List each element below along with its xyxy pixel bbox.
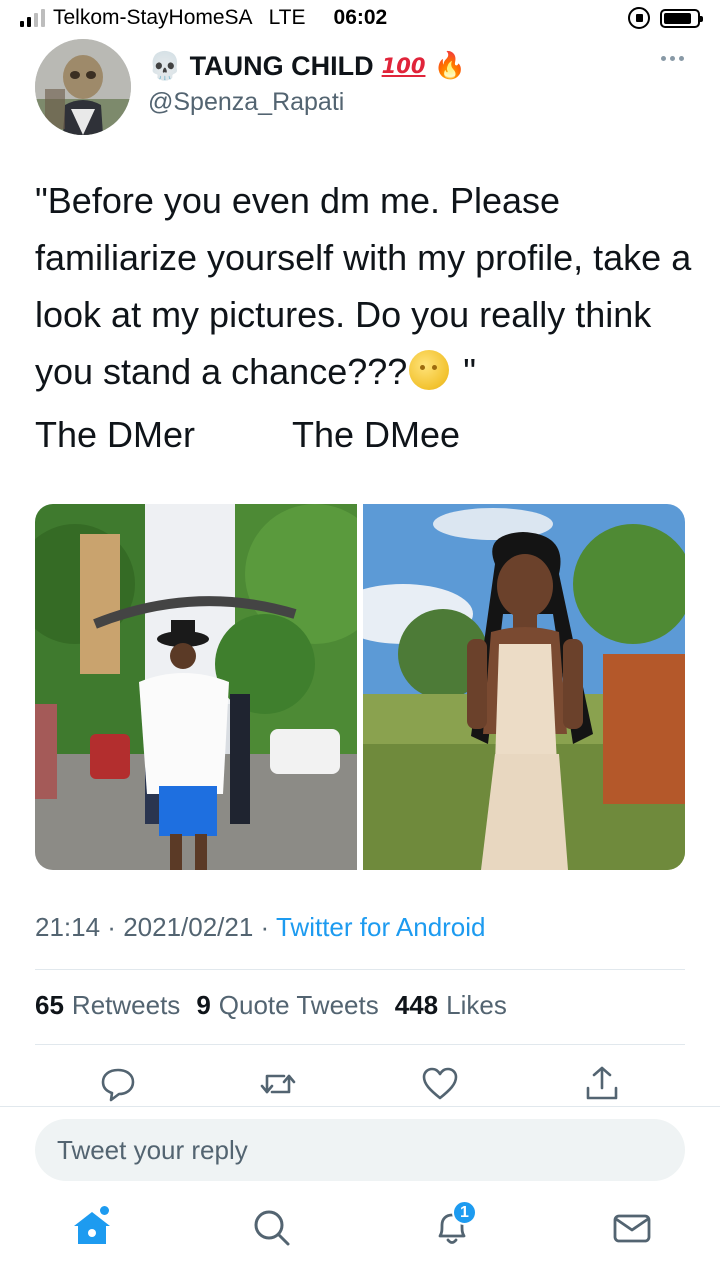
retweets-count: 65 — [35, 990, 64, 1020]
tweet-labels: The DMer The DMee — [35, 414, 695, 464]
tweet-text: "Before you even dm me. Please familiari… — [35, 172, 695, 400]
tab-notifications[interactable]: 1 — [430, 1200, 477, 1250]
like-icon[interactable] — [420, 1064, 460, 1104]
search-icon — [254, 1210, 290, 1246]
likes-label: Likes — [446, 990, 507, 1020]
hundred-points-emoji: 100 — [381, 54, 426, 78]
retweets-stat[interactable]: 65 Retweets — [35, 990, 180, 1021]
moon-face-emoji — [409, 350, 450, 390]
display-name[interactable]: 💀 TAUNG CHILD 100 🔥 — [148, 50, 466, 83]
battery-icon — [660, 8, 703, 28]
tweet-actions — [0, 1064, 720, 1104]
status-clock: 06:02 — [333, 6, 388, 29]
tweet-text-end: " — [453, 351, 477, 392]
more-options-icon[interactable] — [661, 56, 684, 61]
tweet-timestamp: 21:14 · 2021/02/21 · Twitter for Android — [35, 912, 486, 943]
meta-separator: · — [100, 912, 124, 942]
display-name-text: TAUNG CHILD — [189, 50, 374, 81]
skull-emoji: 💀 — [148, 51, 182, 82]
tab-messages[interactable] — [610, 1206, 654, 1250]
retweet-icon[interactable] — [258, 1064, 298, 1104]
tweet-stats: 65 Retweets 9 Quote Tweets 448 Likes — [35, 990, 507, 1021]
bottom-tab-bar: 1 — [0, 1200, 720, 1266]
retweets-label: Retweets — [71, 990, 181, 1020]
signal-strength-icon — [20, 9, 45, 27]
divider — [0, 1106, 720, 1107]
divider — [35, 969, 685, 970]
tweet-time: 21:14 — [35, 912, 101, 942]
avatar[interactable] — [35, 39, 131, 135]
rotation-lock-icon — [628, 7, 650, 29]
tweet-text-main: "Before you even dm me. Please familiari… — [35, 180, 692, 392]
avatar-image — [35, 39, 131, 135]
quote-tweets-label: Quote Tweets — [218, 990, 379, 1020]
tab-home[interactable] — [70, 1206, 114, 1250]
meta-separator: · — [253, 912, 276, 942]
tweet-source-link[interactable]: Twitter for Android — [276, 912, 486, 942]
tweet-date: 2021/02/21 — [123, 912, 254, 942]
tab-search[interactable] — [250, 1206, 294, 1250]
user-handle[interactable]: @Spenza_Rapati — [148, 88, 344, 117]
divider — [35, 1044, 685, 1045]
network-type: LTE — [268, 6, 306, 29]
likes-stat[interactable]: 448 Likes — [395, 990, 507, 1021]
likes-count: 448 — [394, 990, 439, 1020]
home-new-indicator — [100, 1206, 109, 1215]
carrier-name: Telkom-StayHomeSA — [53, 6, 253, 29]
notifications-badge: 1 — [452, 1200, 477, 1225]
reply-icon[interactable] — [98, 1064, 138, 1104]
quote-tweets-count: 9 — [196, 990, 211, 1020]
label-dmee: The DMee — [292, 414, 461, 455]
mail-icon — [613, 1214, 651, 1243]
tweet-photo-1[interactable] — [35, 504, 357, 870]
quote-tweets-stat[interactable]: 9 Quote Tweets — [196, 990, 378, 1021]
share-icon[interactable] — [582, 1064, 622, 1104]
fire-emoji: 🔥 — [433, 51, 466, 81]
tweet-photo-2[interactable] — [363, 504, 685, 870]
status-bar: Telkom-StayHomeSA LTE 06:02 — [0, 0, 720, 36]
reply-input[interactable]: Tweet your reply — [35, 1119, 685, 1181]
reply-placeholder: Tweet your reply — [57, 1134, 248, 1165]
label-dmer: The DMer — [35, 414, 196, 455]
